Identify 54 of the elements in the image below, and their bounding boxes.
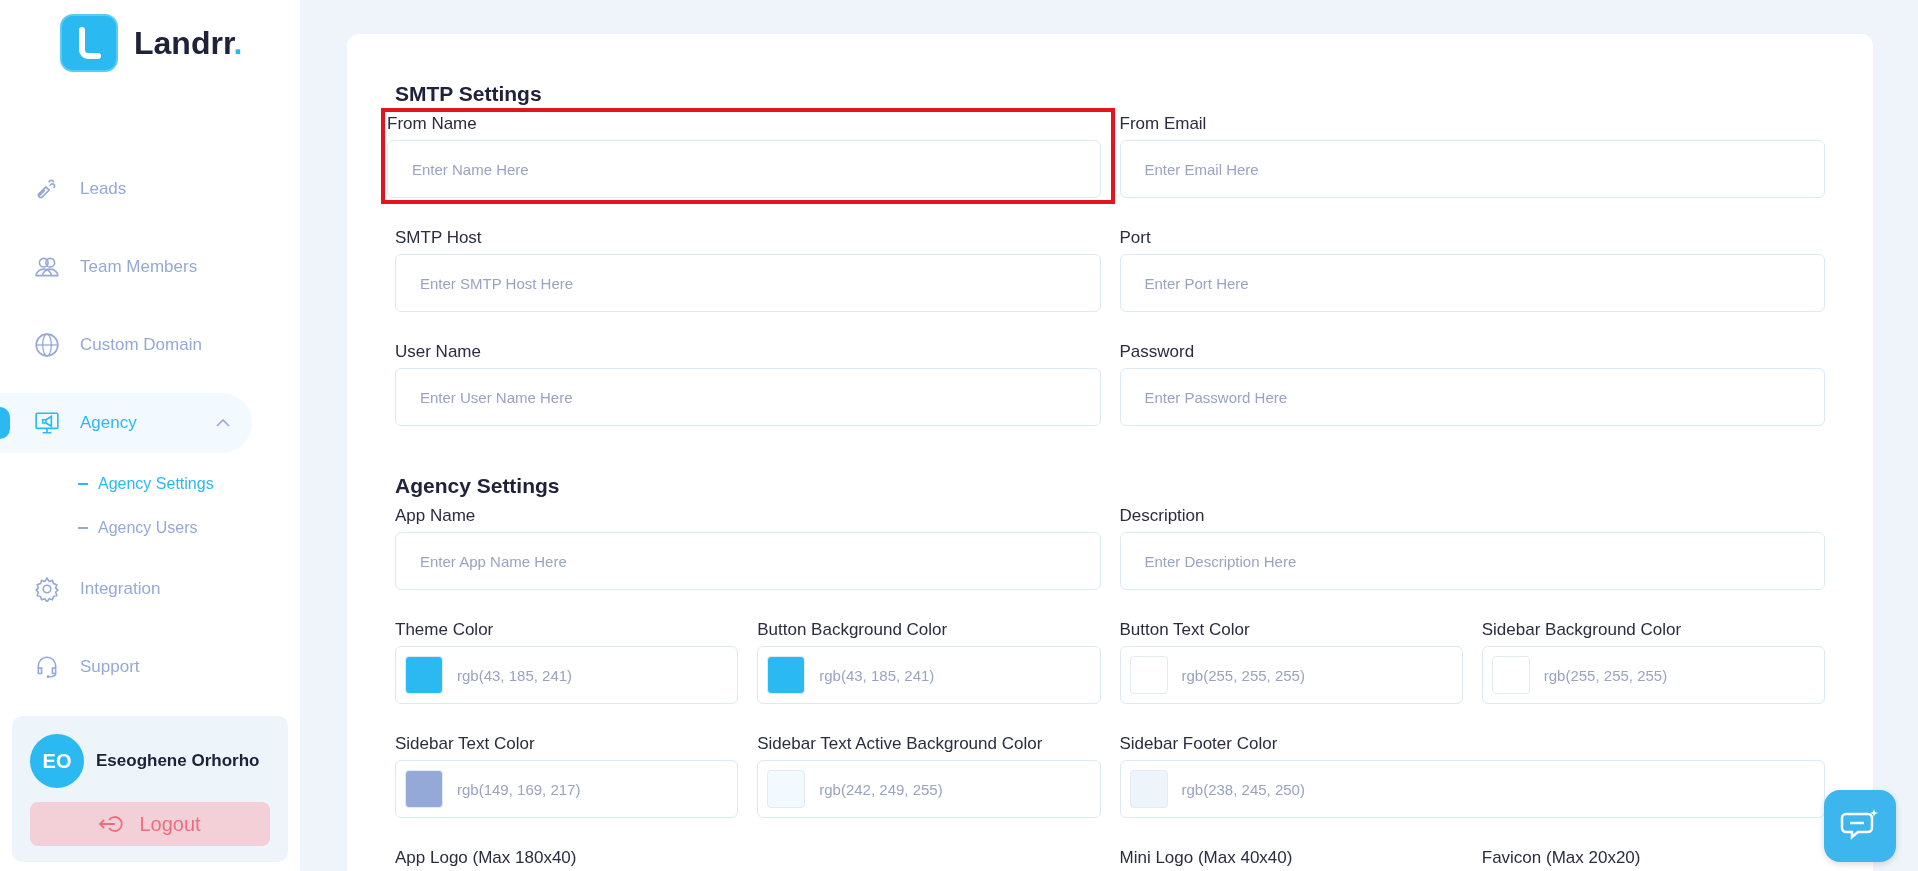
color-field[interactable]: rgb(242, 249, 255): [757, 760, 1101, 818]
user-name: Eseoghene Orhorho: [96, 751, 260, 771]
input-field[interactable]: Enter Description Here: [1119, 532, 1825, 590]
field-label: Sidebar Text Color: [395, 734, 536, 754]
field-label: Sidebar Text Active Background Color: [757, 734, 1044, 754]
field-label: App Logo (Max 180x40): [395, 848, 578, 868]
field-label: User Name: [395, 342, 482, 362]
nav-item[interactable]: Support: [0, 637, 252, 697]
globe-icon: [34, 332, 60, 358]
input-field[interactable]: Enter SMTP Host Here: [395, 254, 1101, 312]
nav-item[interactable]: Agency: [0, 393, 252, 453]
field-label: Button Text Color: [1119, 620, 1251, 640]
nav-item[interactable]: Integration: [0, 559, 252, 619]
field-label: Mini Logo (Max 40x40): [1119, 848, 1294, 868]
section-title: SMTP Settings: [395, 82, 543, 106]
color-field[interactable]: rgb(43, 185, 241): [395, 646, 739, 704]
submenu-item[interactable]: Agency Users: [0, 506, 300, 550]
brand-name: Landrr.: [134, 24, 243, 62]
input-field[interactable]: Enter Password Here: [1119, 368, 1825, 426]
field-label: Password: [1119, 342, 1196, 362]
field-label: From Name: [387, 114, 478, 134]
section-title: Agency Settings: [395, 474, 561, 498]
logo-icon: [60, 14, 118, 72]
input-field[interactable]: Enter User Name Here: [395, 368, 1101, 426]
field-label: Button Background Color: [757, 620, 949, 640]
chat-button[interactable]: [1824, 790, 1896, 862]
field-label: From Email: [1119, 114, 1208, 134]
field-label: Theme Color: [395, 620, 495, 640]
avatar: EO: [30, 734, 84, 788]
nav-item[interactable]: Leads: [0, 159, 252, 219]
input-field[interactable]: Enter Name Here: [387, 140, 1101, 198]
logout-icon: [99, 814, 126, 834]
gear-icon: [34, 576, 60, 602]
active-indicator: [0, 407, 10, 439]
color-field[interactable]: rgb(43, 185, 241): [757, 646, 1101, 704]
nav-item[interactable]: Custom Domain: [0, 315, 252, 375]
input-field[interactable]: Enter Port Here: [1119, 254, 1825, 312]
input-field[interactable]: Enter Email Here: [1119, 140, 1825, 198]
field-label: Favicon (Max 20x20): [1481, 848, 1642, 868]
monitor-icon: [34, 410, 60, 436]
field-label: Port: [1119, 228, 1152, 248]
color-field[interactable]: rgb(255, 255, 255): [1481, 646, 1825, 704]
submenu-item[interactable]: Agency Settings: [0, 462, 300, 506]
logout-button[interactable]: Logout: [30, 802, 270, 846]
nav-item[interactable]: Team Members: [0, 237, 252, 297]
input-field[interactable]: Enter App Name Here: [395, 532, 1101, 590]
field-label: App Name: [395, 506, 477, 526]
field-label: SMTP Host: [395, 228, 483, 248]
field-label: Sidebar Footer Color: [1119, 734, 1279, 754]
field-label: Description: [1119, 506, 1206, 526]
color-field[interactable]: rgb(255, 255, 255): [1119, 646, 1463, 704]
field-label: Sidebar Background Color: [1481, 620, 1683, 640]
color-field[interactable]: rgb(238, 245, 250): [1119, 760, 1825, 818]
color-field[interactable]: rgb(149, 169, 217): [395, 760, 739, 818]
